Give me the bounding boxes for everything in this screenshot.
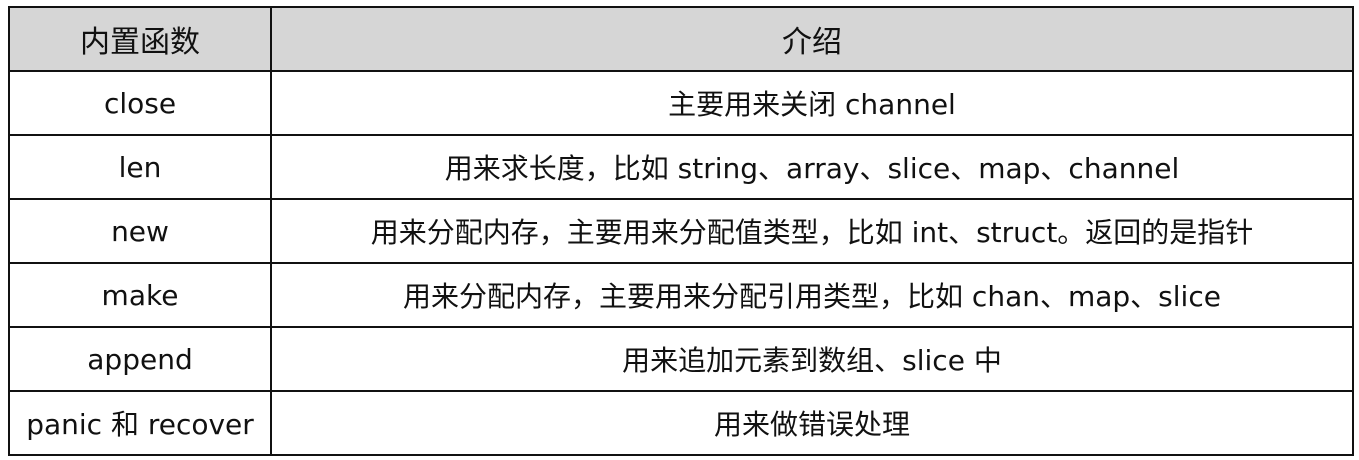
header-function-name: 内置函数 [8, 6, 272, 72]
function-name-cell: new [8, 198, 272, 264]
table-row: close 主要用来关闭 channel [8, 70, 1354, 136]
function-description-cell: 用来分配内存，主要用来分配引用类型，比如 chan、map、slice [270, 262, 1354, 328]
table-row: append 用来追加元素到数组、slice 中 [8, 326, 1354, 392]
table-row: new 用来分配内存，主要用来分配值类型，比如 int、struct。返回的是指… [8, 198, 1354, 264]
builtin-functions-table-container: 内置函数 介绍 close 主要用来关闭 channel len 用来求长度，比… [8, 6, 1354, 456]
function-description-cell: 用来做错误处理 [270, 390, 1354, 456]
table-row: make 用来分配内存，主要用来分配引用类型，比如 chan、map、slice [8, 262, 1354, 328]
function-description-cell: 主要用来关闭 channel [270, 70, 1354, 136]
table-header-row: 内置函数 介绍 [8, 6, 1354, 72]
table-row: panic 和 recover 用来做错误处理 [8, 390, 1354, 456]
function-name-cell: close [8, 70, 272, 136]
function-name-cell: len [8, 134, 272, 200]
function-name-cell: append [8, 326, 272, 392]
function-name-cell: panic 和 recover [8, 390, 272, 456]
function-description-cell: 用来求长度，比如 string、array、slice、map、channel [270, 134, 1354, 200]
header-description: 介绍 [270, 6, 1354, 72]
function-description-cell: 用来追加元素到数组、slice 中 [270, 326, 1354, 392]
function-name-cell: make [8, 262, 272, 328]
builtin-functions-table: 内置函数 介绍 close 主要用来关闭 channel len 用来求长度，比… [8, 6, 1354, 456]
table-row: len 用来求长度，比如 string、array、slice、map、chan… [8, 134, 1354, 200]
function-description-cell: 用来分配内存，主要用来分配值类型，比如 int、struct。返回的是指针 [270, 198, 1354, 264]
